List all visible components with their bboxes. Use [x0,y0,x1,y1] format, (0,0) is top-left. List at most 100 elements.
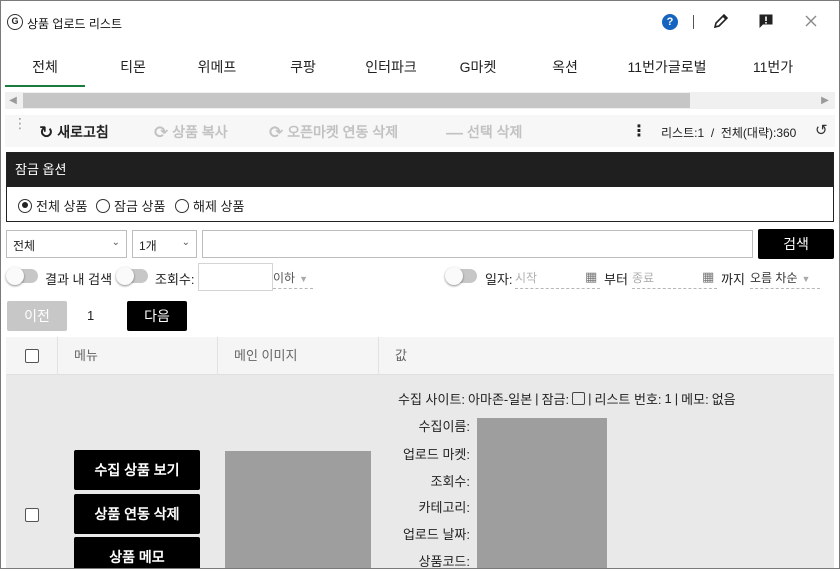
delete-openmarket-link-button[interactable]: ⟳ 오픈마켓 연동 삭제 [269,122,398,143]
views-label: 조회수: [155,272,195,287]
search-button[interactable]: 검색 [758,229,834,259]
list-no-label: 리스트 번호: [594,392,662,407]
chevron-down-icon: ⌄ [111,237,120,248]
upload-market-label: 업로드 마켓: [402,447,470,462]
close-icon[interactable] [803,13,819,29]
title-divider [693,15,694,29]
tab-auction[interactable]: 옥션 [525,57,605,87]
help-icon[interactable]: ? [662,14,678,30]
delete-openmarket-link-label: 오픈마켓 연동 삭제 [287,124,399,140]
sync-icon: ⟳ [269,123,284,142]
sort-order-select[interactable]: 오름 차순 ▼ [750,269,820,289]
lock-options-group: 전체 상품 잠금 상품 해제 상품 [7,187,833,221]
calendar-icon[interactable]: ▦ [585,269,597,285]
tab-coupang[interactable]: 쿠팡 [263,57,343,87]
tab-wemakeprice[interactable]: 위메프 [177,57,257,87]
refresh-icon: ↻ [39,123,54,142]
scroll-left-icon[interactable]: ◀ [5,92,21,109]
window-title: 상품 업로드 리스트 [27,17,122,31]
category-label: 카테고리: [418,500,470,515]
count-select-value: 1개 [139,239,157,253]
delete-product-link-button[interactable]: 상품 연동 삭제 [74,494,200,534]
radio-checked-icon [18,198,32,213]
row-checkbox[interactable] [25,508,39,522]
more-options-icon[interactable]: ⋮ [631,121,647,141]
tabs-scrollbar[interactable]: ◀ ▶ [5,92,835,109]
category-select-value: 전체 [13,239,36,253]
view-collected-product-button[interactable]: 수집 상품 보기 [74,450,200,490]
views-field-label: 조회수: [430,474,471,489]
site-value: 아마존-일본 [468,392,533,407]
stats-separator: / [710,126,715,140]
count-select[interactable]: 1개 ⌄ [132,230,197,258]
memo-label: 메모: [681,392,709,407]
toolbar-grip-icon: ⋮ [13,115,27,131]
app-logo-icon: G [7,14,23,30]
views-input[interactable] [198,263,273,291]
tab-tmon[interactable]: 티몬 [93,57,173,87]
next-page-button[interactable]: 다음 [127,301,187,331]
radio-unchecked-icon [96,198,110,213]
tab-gmarket[interactable]: G마켓 [438,57,518,87]
scrollbar-thumb[interactable] [23,93,690,108]
lock-checkbox[interactable] [572,392,586,405]
info-separator: | [535,391,539,406]
start-date-placeholder: 시작 [515,271,538,285]
select-all-checkbox[interactable] [25,349,39,363]
info-separator: | [588,391,592,406]
column-main-image: 메인 이미지 [217,337,378,375]
upload-date-label: 업로드 날짜: [402,527,470,542]
site-label: 수집 사이트: [398,392,466,407]
chevron-down-icon: ⌄ [181,237,190,248]
copy-product-button[interactable]: ⟳ 상품 복사 [154,122,228,143]
tab-interpark[interactable]: 인터파크 [348,57,434,87]
dropdown-arrow-icon: ▼ [299,274,309,284]
values-placeholder [477,418,607,568]
delete-selected-button[interactable]: — 선택 삭제 [446,122,522,143]
main-image-thumbnail[interactable] [225,451,371,568]
radio-unchecked-icon [175,198,189,213]
search-input[interactable] [202,230,753,258]
date-toggle[interactable] [445,267,477,285]
toolbar: ⋮ ↻ 새로고침 ⟳ 상품 복사 ⟳ 오픈마켓 연동 삭제 — 선택 삭제 ⋮ 리스트:… [5,115,835,147]
tab-11st-global[interactable]: 11번가글로벌 [611,57,723,87]
radio-label: 잠금 상품 [114,199,166,214]
minus-icon: — [446,123,463,142]
calendar-icon[interactable]: ▦ [702,269,714,285]
lock-label: 잠금: [541,392,570,407]
tab-all[interactable]: 전체 [5,57,85,87]
edit-icon[interactable] [713,13,729,29]
product-memo-button[interactable]: 상품 메모 [74,537,200,568]
tab-11st[interactable]: 11번가 [733,57,813,87]
history-icon[interactable]: ↺ [815,121,828,139]
column-value: 값 [378,337,834,375]
category-select[interactable]: 전체 ⌄ [6,230,127,258]
list-count: 리스트:1 [661,126,705,140]
column-menu: 메뉴 [57,337,217,375]
radio-label: 해제 상품 [193,199,245,214]
views-condition-value: 이하 [273,271,296,285]
title-bar: G 상품 업로드 리스트 ? [1,1,839,43]
prev-page-button[interactable]: 이전 [7,301,67,331]
search-in-results-label: 결과 내 검색 [45,272,113,287]
info-separator: | [674,391,679,406]
product-code-label: 상품코드: [418,554,470,569]
views-toggle[interactable] [116,267,148,285]
refresh-button[interactable]: ↻ 새로고침 [39,122,109,143]
table-row: 수집 상품 보기 상품 연동 삭제 상품 메모 수집 사이트: 아마존-일본 |… [6,375,834,569]
app-window: G 상품 업로드 리스트 ? 전체 티몬 위메프 쿠팡 인터파크 G마켓 옥션 … [0,0,840,569]
scroll-right-icon[interactable]: ▶ [817,92,833,109]
table-header: 메뉴 메인 이미지 값 [6,337,834,375]
until-label: 까지 [721,272,745,287]
list-no-value: 1 [664,391,672,406]
search-in-results-toggle[interactable] [6,267,38,285]
radio-locked-products[interactable]: 잠금 상품 [96,196,165,215]
sync-icon: ⟳ [154,123,169,142]
views-condition-select[interactable]: 이하 ▼ [273,269,313,289]
radio-all-products[interactable]: 전체 상품 [18,196,87,215]
report-icon[interactable] [758,13,774,29]
list-stats: 리스트:1 / 전체(대략):360 [661,124,796,141]
copy-product-label: 상품 복사 [172,124,228,140]
radio-unlocked-products[interactable]: 해제 상품 [175,196,244,215]
lock-options-panel: 잠금 옵션 전체 상품 잠금 상품 해제 상품 [6,152,834,222]
